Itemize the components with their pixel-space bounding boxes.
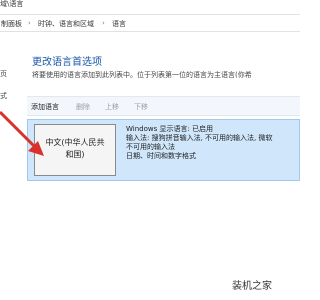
breadcrumb-language[interactable]: 语言 <box>112 19 126 29</box>
date-time-format-info: 日期、时间和数字格式 <box>126 152 196 160</box>
move-down-button[interactable]: 下移 <box>134 102 148 112</box>
language-name-button[interactable]: 中文(中华人民共 和国) <box>34 124 116 176</box>
move-up-button[interactable]: 上移 <box>105 102 119 112</box>
breadcrumb-separator: › <box>102 19 105 27</box>
watermark: 装机之家 <box>232 281 272 292</box>
breadcrumb-separator: › <box>28 19 31 27</box>
address-bar[interactable]: 制面板 › 时钟、语言和区域 › 语言 <box>0 14 300 32</box>
add-language-button[interactable]: 添加语言 <box>31 102 59 112</box>
remove-button[interactable]: 删除 <box>76 102 90 112</box>
sidebar-item-format[interactable]: 式 <box>0 91 7 101</box>
language-details: Windows 显示语言: 已启用 输入法: 搜狗拼音输入法, 不可用的输入法,… <box>126 125 272 161</box>
breadcrumb-control-panel[interactable]: 制面板 <box>1 19 22 29</box>
page-description: 将要使用的语言添加到此列表中。位于列表第一位的语言为主语言(你希 <box>32 71 252 79</box>
input-method-info-cont: 不可用的输入法 <box>126 143 175 151</box>
language-name-line2: 和国) <box>65 150 85 159</box>
breadcrumb-clock-language-region[interactable]: 时钟、语言和区域 <box>38 19 94 29</box>
window-title: 域\语言 <box>0 0 24 8</box>
display-language-status: Windows 显示语言: 已启用 <box>126 125 214 133</box>
window-title-bar: 域\语言 <box>0 0 300 12</box>
language-name-line1: 中文(中华人民共 <box>45 138 105 147</box>
sidebar-item-home[interactable]: 页 <box>0 69 7 79</box>
language-list: 中文(中华人民共 和国) Windows 显示语言: 已启用 输入法: 搜狗拼音… <box>27 116 300 300</box>
input-method-info: 输入法: 搜狗拼音输入法, 不可用的输入法, 微软 <box>126 134 273 142</box>
language-toolbar: 添加语言 删除 上移 下移 <box>27 96 300 116</box>
page-title: 更改语言首选项 <box>32 57 102 68</box>
language-row[interactable]: 中文(中华人民共 和国) Windows 显示语言: 已启用 输入法: 搜狗拼音… <box>27 119 300 181</box>
